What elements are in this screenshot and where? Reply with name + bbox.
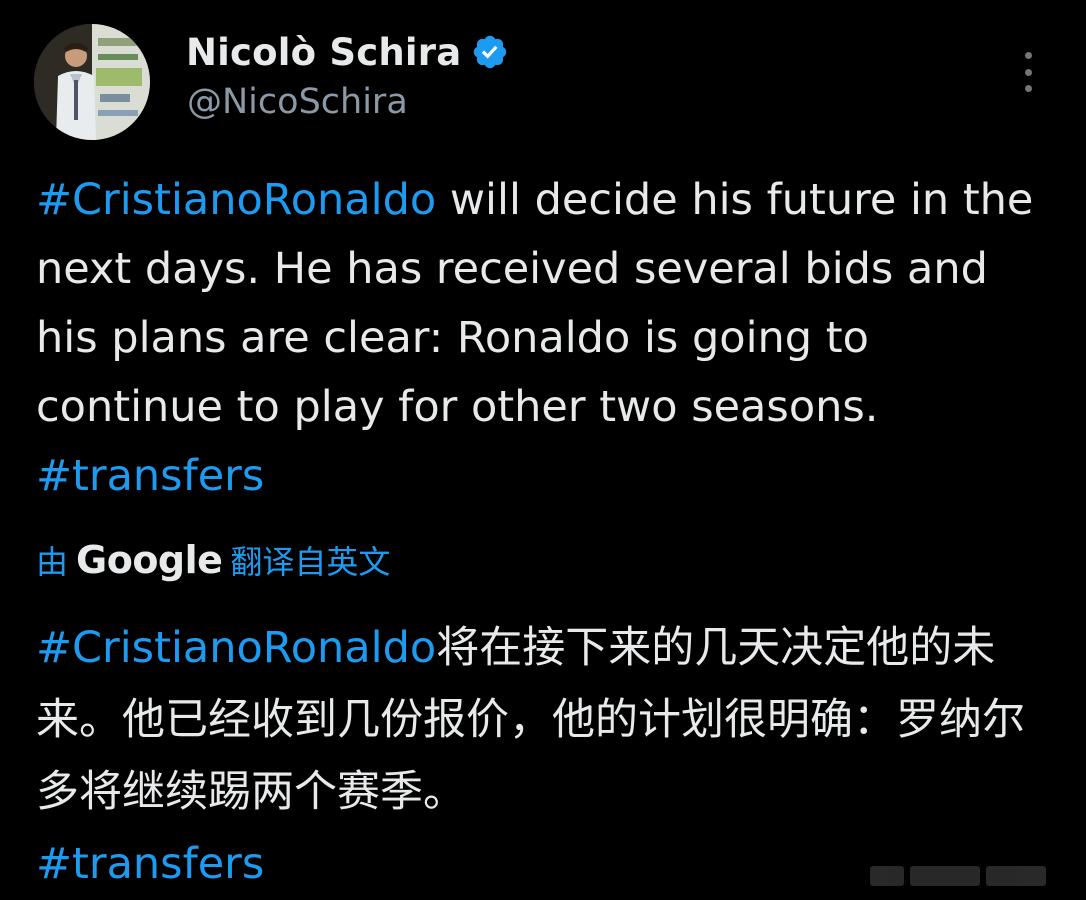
author-name[interactable]: Nicolò Schira	[186, 31, 461, 74]
more-dot	[1024, 85, 1032, 92]
hashtag-cristiano-ronaldo[interactable]: #CristianoRonaldo	[36, 175, 436, 225]
google-logo: Google	[76, 538, 223, 582]
more-options-icon[interactable]	[1016, 52, 1040, 92]
watermark-mark	[910, 866, 980, 886]
verified-badge-icon	[474, 35, 507, 69]
translated-text: #CristianoRonaldo将在接下来的几天决定他的未来。他已经收到几份报…	[36, 612, 1056, 900]
more-dot	[1024, 52, 1032, 59]
translated-by-google[interactable]: 由 Google 翻译自英文	[36, 532, 390, 588]
hashtag-transfers-translated[interactable]: #transfers	[36, 839, 264, 889]
author-handle[interactable]: @NicoSchira	[187, 82, 408, 122]
more-dot	[1024, 68, 1032, 76]
watermark	[870, 862, 1070, 890]
author-name-row: Nicolò Schira	[186, 28, 509, 76]
translated-from-label[interactable]: 翻译自英文	[230, 537, 390, 583]
watermark-mark	[986, 866, 1046, 886]
tweet-text: #CristianoRonaldo will decide his future…	[36, 166, 1056, 511]
avatar-photo	[34, 24, 150, 140]
avatar[interactable]	[34, 24, 150, 140]
hashtag-cristiano-ronaldo-translated[interactable]: #CristianoRonaldo	[36, 623, 436, 673]
hashtag-transfers[interactable]: #transfers	[36, 451, 264, 501]
translated-by-prefix: 由	[36, 543, 69, 581]
watermark-mark	[870, 866, 904, 886]
